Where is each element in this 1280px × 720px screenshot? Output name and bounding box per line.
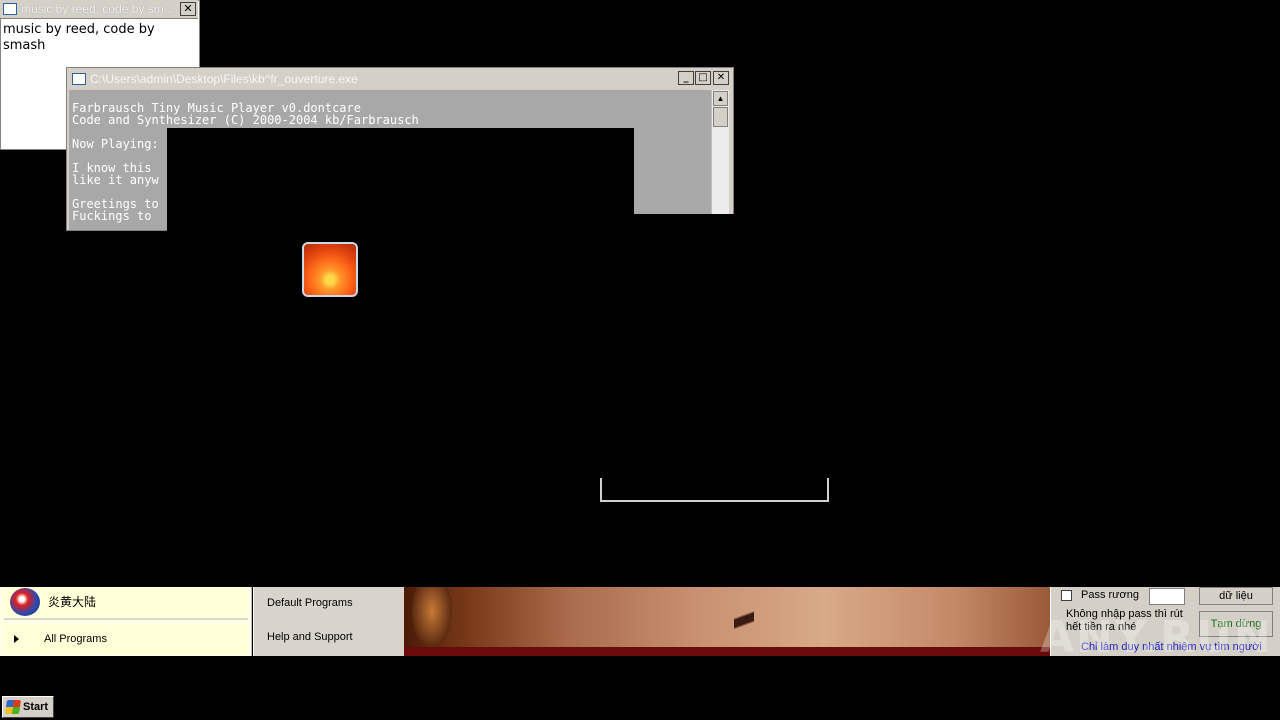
console-titlebar[interactable]: C:\Users\admin\Desktop\Files\kb^fr_ouver… <box>68 69 732 88</box>
maximize-icon[interactable]: □ <box>695 71 711 85</box>
console-app-icon <box>72 72 86 85</box>
console-overlay-black <box>167 128 634 231</box>
start-label: Start <box>23 701 49 713</box>
scroll-up-arrow-icon[interactable]: ▲ <box>713 91 728 106</box>
small-window-title: music by reed, code by sm... <box>21 2 174 16</box>
small-window-text: music by reed, code by smash <box>3 22 155 53</box>
arrow-right-icon <box>14 635 19 643</box>
all-programs-label: All Programs <box>44 633 107 645</box>
banner-weapon <box>734 599 754 639</box>
close-icon[interactable]: ✕ <box>713 71 729 85</box>
console-line: Code and Synthesizer (C) 2000-2004 kb/Fa… <box>72 113 419 127</box>
windows-logo-icon <box>5 700 21 714</box>
pass-checkbox-label: Pass rương <box>1081 589 1139 601</box>
start-menu-separator <box>4 618 248 620</box>
pass-input[interactable] <box>1149 588 1185 605</box>
minimize-icon[interactable]: _ <box>678 71 694 85</box>
close-icon[interactable]: ✕ <box>180 2 196 16</box>
banner-red-strip <box>404 647 1050 656</box>
pass-checkbox[interactable] <box>1061 590 1072 601</box>
pinned-app-label: 炎黄大陆 <box>48 595 97 609</box>
anyrun-watermark: ANY.RUN <box>1040 612 1273 663</box>
console-title: C:\Users\admin\Desktop\Files\kb^fr_ouver… <box>90 71 358 86</box>
all-programs-button[interactable]: All Programs <box>4 624 248 654</box>
start-button[interactable]: Start <box>2 696 54 718</box>
game-app-icon <box>10 587 40 616</box>
help-and-support-link[interactable]: Help and Support <box>267 631 353 643</box>
scroll-thumb[interactable] <box>713 107 728 127</box>
start-menu-pinned-app[interactable]: 炎黄大陆 <box>4 587 248 616</box>
game-banner-image <box>404 587 1050 656</box>
data-button[interactable]: dữ liệu <box>1199 587 1273 605</box>
default-programs-link[interactable]: Default Programs <box>267 597 353 609</box>
console-scrollbar[interactable]: ▲ <box>711 90 729 214</box>
start-menu-right-pane: Default Programs Help and Support <box>253 587 404 656</box>
banner-character <box>412 587 452 647</box>
user-picture-flower-icon[interactable] <box>302 242 358 297</box>
window-outline-fragment <box>600 478 829 502</box>
window-app-icon <box>3 3 17 15</box>
small-window-titlebar[interactable]: music by reed, code by sm... ✕ <box>0 0 198 19</box>
console-overlay-black <box>634 214 734 231</box>
